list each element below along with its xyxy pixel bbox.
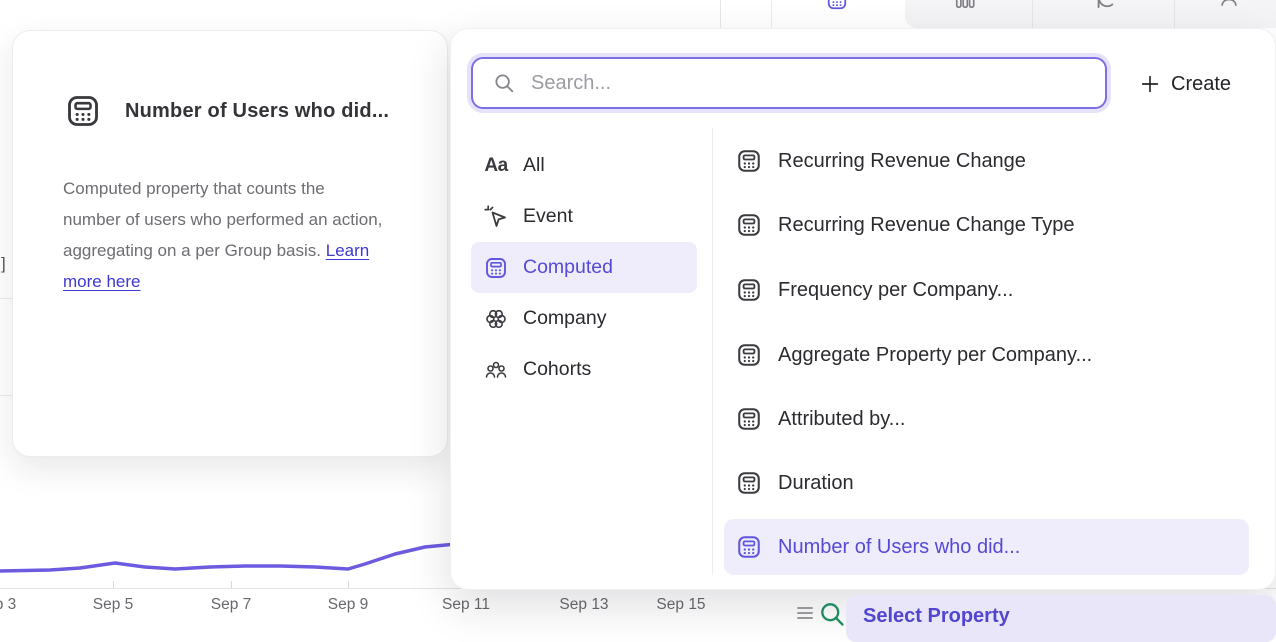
- calculator-icon: [483, 256, 509, 280]
- axis-label: Sep 3: [0, 596, 16, 614]
- search-box: [471, 57, 1107, 109]
- description-line: Computed property that counts the: [63, 179, 325, 198]
- result-label: Number of Users who did...: [778, 536, 1020, 559]
- axis-label: Sep 7: [211, 596, 252, 614]
- trend-line-chart: [0, 535, 456, 588]
- result-label: Aggregate Property per Company...: [778, 344, 1092, 367]
- create-button[interactable]: Create: [1139, 69, 1231, 99]
- letters-aa-icon: Aa: [483, 155, 509, 177]
- drag-handle-icon[interactable]: [797, 607, 813, 622]
- category-item-all[interactable]: Aa All: [471, 140, 697, 191]
- learn-more-link[interactable]: more here: [63, 272, 140, 291]
- result-item[interactable]: Duration: [724, 455, 1249, 511]
- category-label: Cohorts: [523, 358, 591, 381]
- calculator-icon: [736, 342, 762, 368]
- category-label: Event: [523, 205, 573, 228]
- create-button-label: Create: [1171, 73, 1231, 96]
- calculator-icon: [736, 277, 762, 303]
- axis-label: Sep 5: [93, 596, 134, 614]
- plus-icon: [1139, 73, 1161, 95]
- result-item[interactable]: Frequency per Company...: [724, 262, 1249, 318]
- result-label: Recurring Revenue Change Type: [778, 214, 1074, 237]
- tooltip-header: Number of Users who did...: [65, 93, 389, 129]
- app-screen: ] Sep 3 Sep 5 Sep 7 Sep 9 Sep 11 Sep 13 …: [0, 0, 1276, 642]
- description-line: number of users who performed an action,: [63, 210, 382, 229]
- calculator-icon: [65, 93, 101, 129]
- axis-label: Sep 15: [656, 596, 705, 614]
- axis-label: Sep 13: [559, 596, 608, 614]
- category-item-event[interactable]: Event: [471, 191, 697, 242]
- property-search-icon: [818, 600, 846, 628]
- calculator-icon: [736, 212, 762, 238]
- select-property-label: Select Property: [863, 605, 1276, 628]
- result-item[interactable]: Recurring Revenue Change Type: [724, 197, 1249, 253]
- tab-separator: [1032, 0, 1033, 28]
- category-label: All: [523, 154, 545, 177]
- learn-more-link[interactable]: Learn: [326, 241, 369, 260]
- axis-label: Sep 9: [328, 596, 369, 614]
- category-label: Computed: [523, 256, 613, 279]
- panel-divider: [720, 0, 721, 28]
- calculator-icon: [736, 148, 762, 174]
- calculator-icon: [736, 406, 762, 432]
- calculator-icon[interactable]: [826, 0, 848, 11]
- tab-separator: [1174, 0, 1175, 28]
- category-item-company[interactable]: Company: [471, 293, 697, 344]
- select-property-button[interactable]: Select Property: [846, 595, 1276, 642]
- event-spark-cursor-icon: [483, 205, 509, 229]
- category-label: Company: [523, 307, 606, 330]
- category-item-cohorts[interactable]: Cohorts: [471, 344, 697, 395]
- search-icon: [493, 72, 515, 94]
- list-divider: [712, 128, 713, 575]
- clipped-edge-text: ]: [1, 254, 6, 274]
- property-picker-dropdown: Create Aa All Event Computed Company Coh…: [450, 28, 1276, 590]
- result-item[interactable]: Attributed by...: [724, 391, 1249, 447]
- calculator-icon: [736, 534, 762, 560]
- description-line: aggregating on a per Group basis.: [63, 241, 326, 260]
- cohorts-people-icon: [483, 358, 509, 382]
- axis-tick: [348, 581, 349, 588]
- result-item-selected[interactable]: Number of Users who did...: [724, 519, 1249, 575]
- result-label: Duration: [778, 472, 854, 495]
- result-item[interactable]: Recurring Revenue Change: [724, 133, 1249, 189]
- tooltip-description: Computed property that counts the number…: [63, 173, 433, 297]
- company-cluster-icon: [483, 307, 509, 331]
- result-label: Frequency per Company...: [778, 279, 1013, 302]
- axis-tick: [113, 581, 114, 588]
- person-icon[interactable]: [1218, 0, 1240, 8]
- retention-curve-icon[interactable]: [1094, 0, 1116, 9]
- result-label: Attributed by...: [778, 408, 905, 431]
- axis-label: Sep 11: [442, 596, 490, 614]
- search-input[interactable]: [529, 71, 1073, 96]
- axis-tick: [231, 581, 232, 588]
- result-item[interactable]: Aggregate Property per Company...: [724, 327, 1249, 383]
- metric-tab-bar: [771, 0, 1276, 28]
- result-label: Recurring Revenue Change: [778, 150, 1026, 173]
- property-tooltip-card: Number of Users who did... Computed prop…: [12, 30, 448, 457]
- category-item-computed[interactable]: Computed: [471, 242, 697, 293]
- bar-chart-icon[interactable]: [954, 0, 976, 9]
- calculator-icon: [736, 470, 762, 496]
- tooltip-title: Number of Users who did...: [125, 100, 389, 123]
